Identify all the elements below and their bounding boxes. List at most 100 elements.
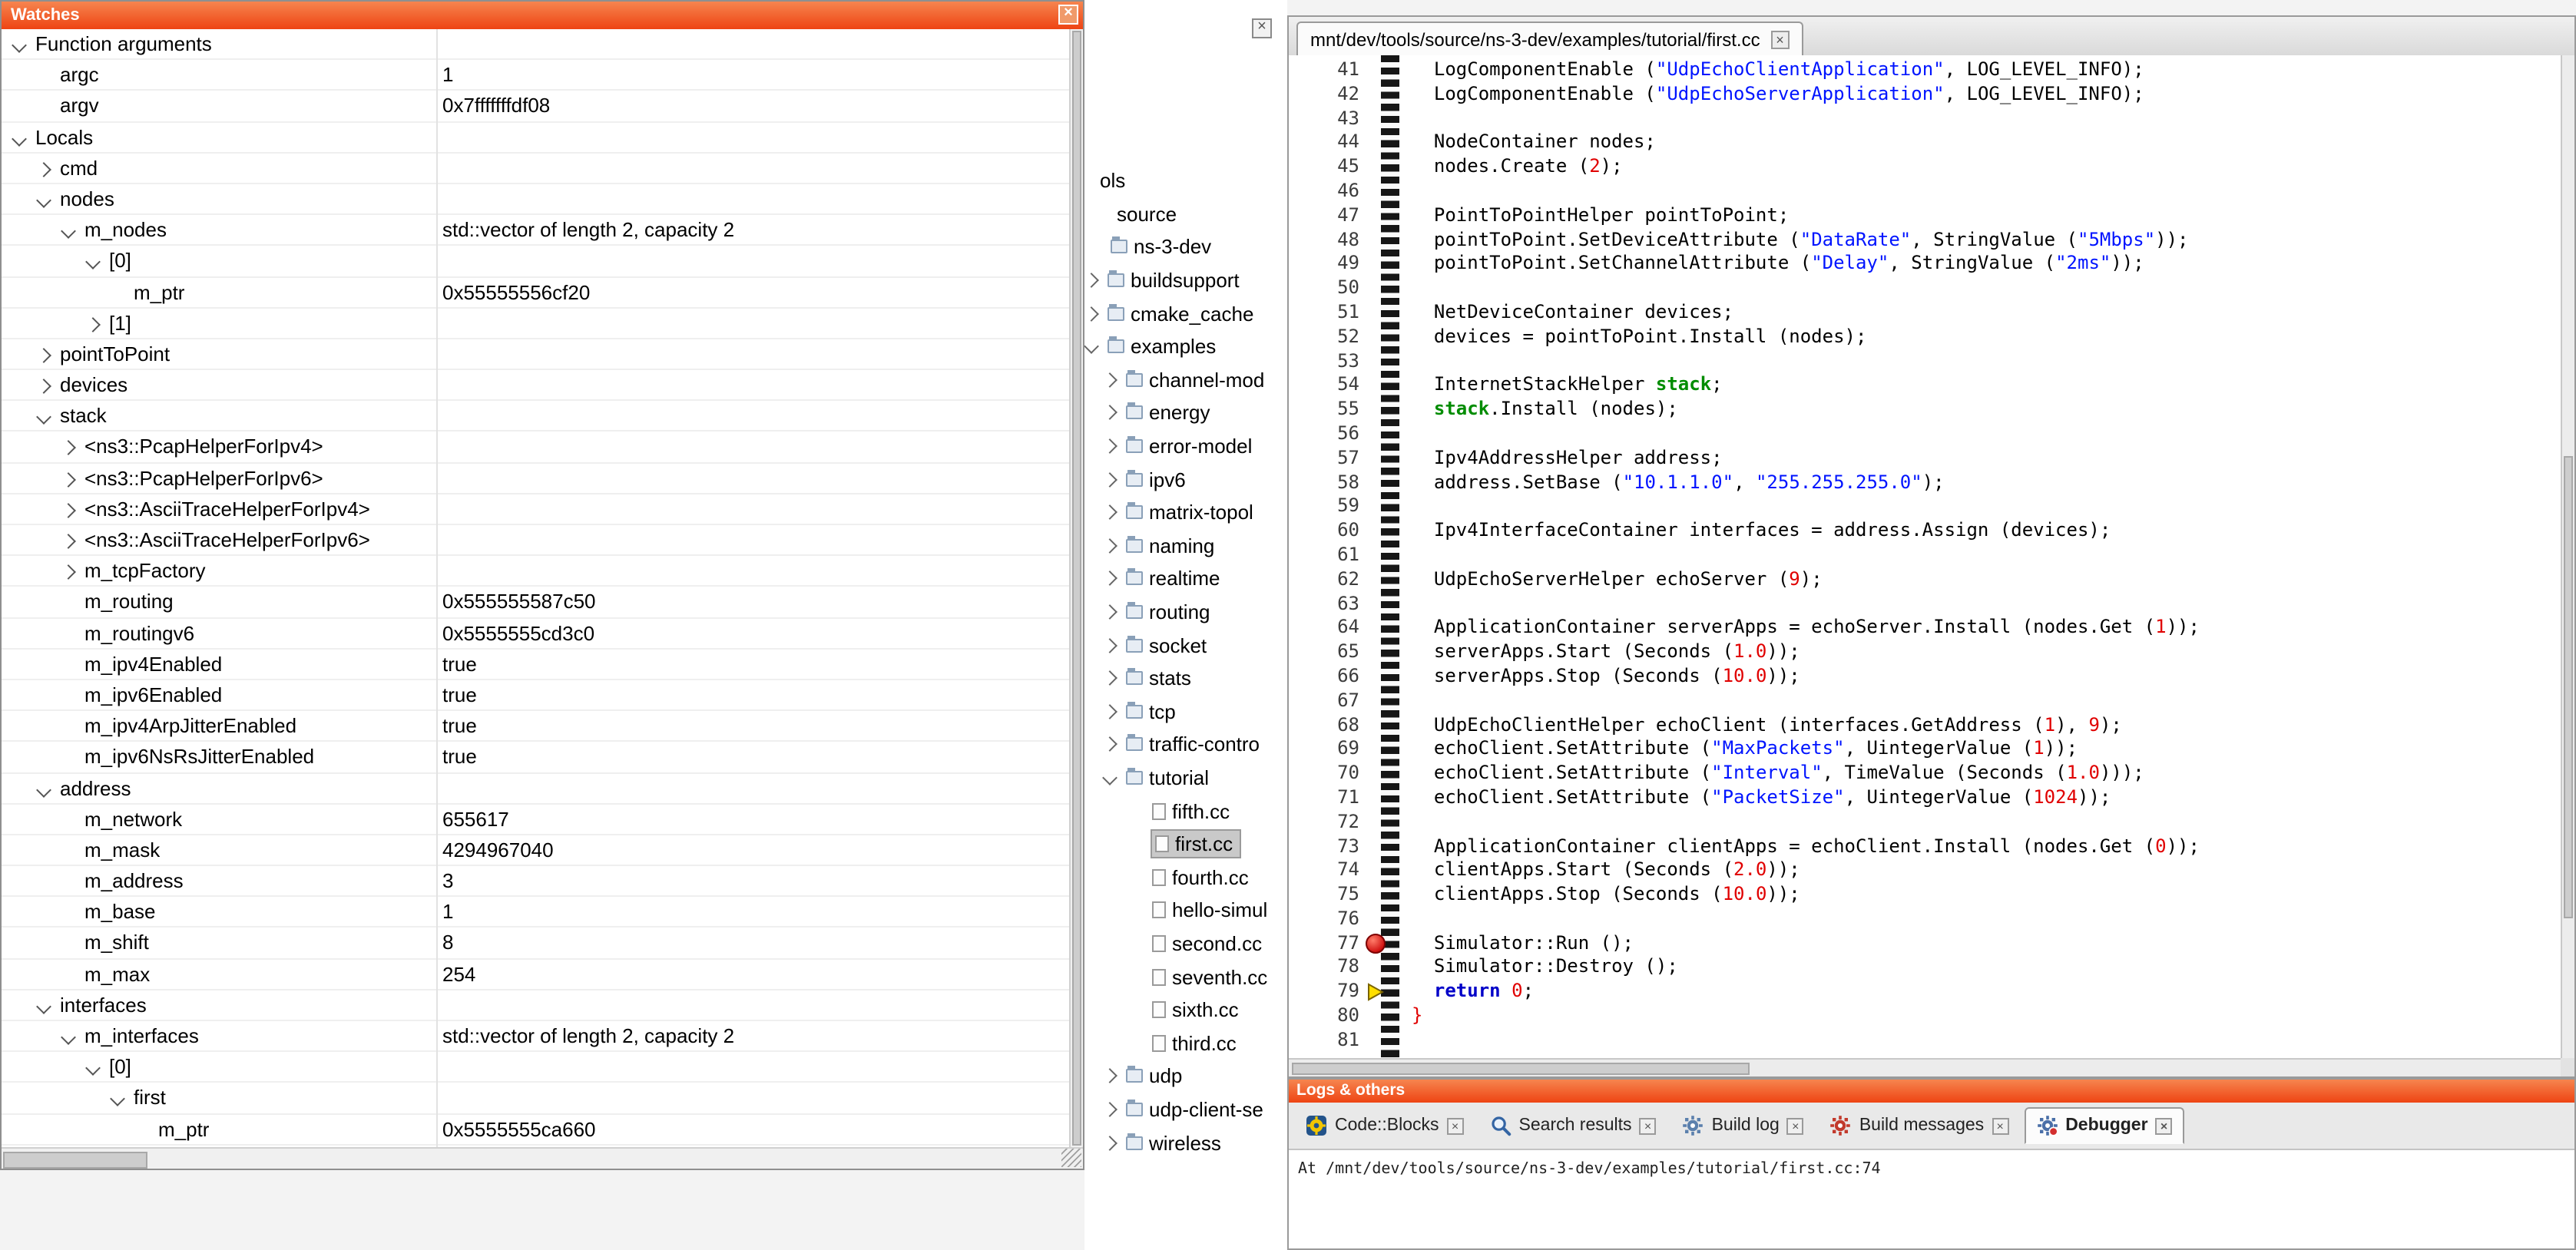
line-number[interactable]: 78 <box>1289 956 1366 980</box>
line-number[interactable]: 60 <box>1289 519 1366 544</box>
watch-row-interfaces[interactable]: interfaces <box>2 990 1069 1021</box>
tree-item-energy[interactable]: energy <box>1084 396 1287 429</box>
code-line-78[interactable]: 78 Simulator::Destroy (); <box>1289 956 2561 980</box>
code-line-47[interactable]: 47 PointToPointHelper pointToPoint; <box>1289 204 2561 229</box>
line-number[interactable]: 76 <box>1289 908 1366 932</box>
expander-collapsed-icon[interactable] <box>1102 1135 1117 1150</box>
tree-item-channel-mod[interactable]: channel-mod <box>1084 363 1287 396</box>
line-number[interactable]: 50 <box>1289 276 1366 301</box>
code-line-42[interactable]: 42 LogComponentEnable ("UdpEchoServerApp… <box>1289 83 2561 107</box>
expander-collapsed-icon[interactable] <box>61 534 76 549</box>
watch-row-first[interactable]: first <box>2 1083 1069 1114</box>
watch-row-m-routingv6[interactable]: m_routingv60x5555555cd3c0 <box>2 618 1069 649</box>
code-line-74[interactable]: 74 clientApps.Start (Seconds (2.0)); <box>1289 859 2561 884</box>
expander-expanded-icon[interactable] <box>12 131 27 146</box>
logs-tab-debugger[interactable]: Debugger× <box>2024 1107 2184 1144</box>
code-line-68[interactable]: 68 UdpEchoClientHelper echoClient (inter… <box>1289 713 2561 738</box>
expander-collapsed-icon[interactable] <box>1102 372 1117 388</box>
editor-vertical-scrollbar[interactable] <box>2561 55 2574 1058</box>
code-line-44[interactable]: 44 NodeContainer nodes; <box>1289 131 2561 156</box>
expander-collapsed-icon[interactable] <box>1102 571 1117 587</box>
scrollbar-thumb[interactable] <box>3 1152 147 1169</box>
line-number[interactable]: 67 <box>1289 689 1366 713</box>
code-line-77[interactable]: 77 Simulator::Run (); <box>1289 931 2561 956</box>
line-number[interactable]: 62 <box>1289 567 1366 592</box>
line-number[interactable]: 68 <box>1289 713 1366 738</box>
watch-row-pointtopoint[interactable]: pointToPoint <box>2 339 1069 370</box>
code-line-49[interactable]: 49 pointToPoint.SetChannelAttribute ("De… <box>1289 253 2561 277</box>
code-line-76[interactable]: 76 <box>1289 908 2561 932</box>
watch-row-ns3-asciitracehelperforipv4[interactable]: <ns3::AsciiTraceHelperForIpv4> <box>2 494 1069 525</box>
code-line-66[interactable]: 66 serverApps.Stop (Seconds (10.0)); <box>1289 665 2561 689</box>
close-icon[interactable]: × <box>2156 1117 2173 1134</box>
watch-row-m-ipv6nsrsjitterenabled[interactable]: m_ipv6NsRsJitterEnabledtrue <box>2 742 1069 773</box>
watch-row-m-interfaces[interactable]: m_interfacesstd::vector of length 2, cap… <box>2 1021 1069 1052</box>
code-line-52[interactable]: 52 devices = pointToPoint.Install (nodes… <box>1289 326 2561 350</box>
watch-row-m-mask[interactable]: m_mask4294967040 <box>2 835 1069 866</box>
expander-collapsed-icon[interactable] <box>1102 737 1117 752</box>
line-number[interactable]: 46 <box>1289 180 1366 204</box>
tree-item-tcp[interactable]: tcp <box>1084 695 1287 728</box>
code-line-46[interactable]: 46 <box>1289 180 2561 204</box>
tree-item-wireless[interactable]: wireless <box>1084 1126 1287 1159</box>
watch-row-1[interactable]: [1] <box>2 308 1069 339</box>
code-line-65[interactable]: 65 serverApps.Start (Seconds (1.0)); <box>1289 640 2561 665</box>
breakpoint-icon[interactable] <box>1366 933 1386 953</box>
close-icon[interactable]: × <box>1252 18 1272 38</box>
line-number[interactable]: 66 <box>1289 665 1366 689</box>
tree-item-first-cc[interactable]: first.cc <box>1084 828 1287 861</box>
line-number[interactable]: 63 <box>1289 592 1366 617</box>
line-number[interactable]: 79 <box>1289 980 1366 1005</box>
expander-expanded-icon[interactable] <box>1084 339 1099 355</box>
line-number[interactable]: 70 <box>1289 762 1366 786</box>
watch-row-m-nodes[interactable]: m_nodesstd::vector of length 2, capacity… <box>2 215 1069 246</box>
code-line-43[interactable]: 43 <box>1289 107 2561 131</box>
close-icon[interactable]: × <box>1447 1117 1464 1134</box>
expander-expanded-icon[interactable] <box>1102 770 1117 785</box>
watch-row-locals[interactable]: Locals <box>2 122 1069 153</box>
watch-row-0[interactable]: [0] <box>2 246 1069 277</box>
expander-expanded-icon[interactable] <box>61 223 76 239</box>
close-icon[interactable]: × <box>1058 5 1078 25</box>
code-line-41[interactable]: 41 LogComponentEnable ("UdpEchoClientApp… <box>1289 58 2561 83</box>
tree-item-realtime[interactable]: realtime <box>1084 562 1287 595</box>
expander-expanded-icon[interactable] <box>36 782 51 797</box>
code-line-54[interactable]: 54 InternetStackHelper stack; <box>1289 374 2561 398</box>
logs-tab-build-messages[interactable]: Build messages× <box>1819 1109 2019 1143</box>
expander-collapsed-icon[interactable] <box>36 162 51 177</box>
editor-horizontal-scrollbar[interactable] <box>1289 1058 2561 1076</box>
code-line-50[interactable]: 50 <box>1289 276 2561 301</box>
expander-expanded-icon[interactable] <box>12 38 27 53</box>
line-number[interactable]: 80 <box>1289 1004 1366 1029</box>
line-number[interactable]: 65 <box>1289 640 1366 665</box>
code-line-81[interactable]: 81 <box>1289 1029 2561 1053</box>
tree-item-stats[interactable]: stats <box>1084 662 1287 695</box>
line-number[interactable]: 69 <box>1289 738 1366 762</box>
expander-collapsed-icon[interactable] <box>1102 704 1117 719</box>
watch-row-m-tcpfactory[interactable]: m_tcpFactory <box>2 556 1069 587</box>
tree-item-ipv6[interactable]: ipv6 <box>1084 463 1287 496</box>
tree-item-traffic-contro[interactable]: traffic-contro <box>1084 728 1287 761</box>
expander-collapsed-icon[interactable] <box>1084 273 1099 288</box>
code-line-64[interactable]: 64 ApplicationContainer serverApps = ech… <box>1289 617 2561 641</box>
tree-item-routing[interactable]: routing <box>1084 595 1287 628</box>
tree-item-third-cc[interactable]: third.cc <box>1084 1027 1287 1060</box>
tree-item-ns-3-dev[interactable]: ns-3-dev <box>1084 230 1287 263</box>
expander-expanded-icon[interactable] <box>110 1092 125 1107</box>
tree-item-tutorial[interactable]: tutorial <box>1084 761 1287 794</box>
logs-tab-code-blocks[interactable]: Code::Blocks× <box>1295 1109 1475 1143</box>
code-line-70[interactable]: 70 echoClient.SetAttribute ("Interval", … <box>1289 762 2561 786</box>
line-number[interactable]: 41 <box>1289 58 1366 83</box>
line-number[interactable]: 42 <box>1289 83 1366 107</box>
code-line-80[interactable]: 80} <box>1289 1004 2561 1029</box>
line-number[interactable]: 48 <box>1289 228 1366 253</box>
tree-item-socket[interactable]: socket <box>1084 629 1287 662</box>
watches-vertical-scrollbar[interactable] <box>1069 29 1083 1147</box>
line-number[interactable]: 43 <box>1289 107 1366 131</box>
close-icon[interactable]: × <box>1787 1117 1804 1134</box>
close-icon[interactable]: × <box>1771 31 1790 49</box>
tree-item-second-cc[interactable]: second.cc <box>1084 927 1287 960</box>
watch-row-m-base[interactable]: m_base1 <box>2 898 1069 928</box>
expander-collapsed-icon[interactable] <box>61 471 76 487</box>
tree-item-udp-client-se[interactable]: udp-client-se <box>1084 1093 1287 1126</box>
